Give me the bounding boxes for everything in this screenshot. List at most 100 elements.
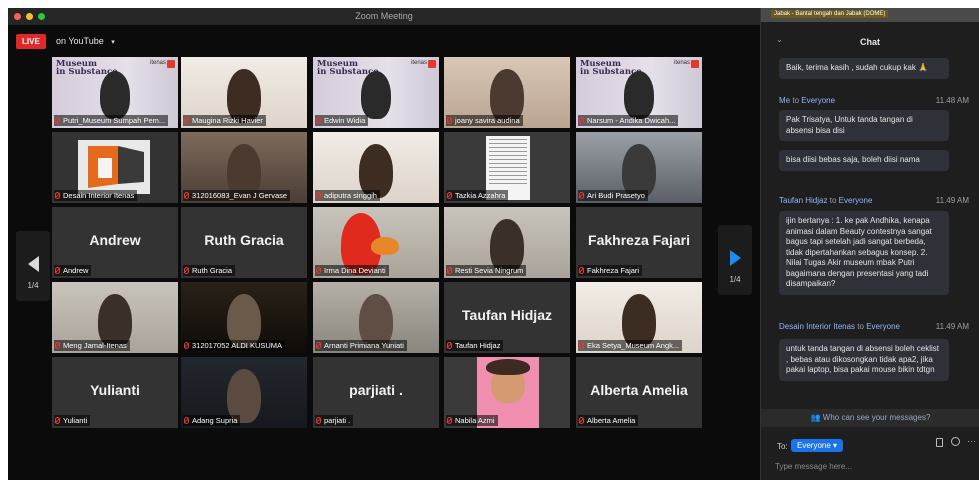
participant-figure [100,71,130,119]
participant-tile[interactable]: Meng Jamal-Itenas [52,282,178,353]
participant-figure [624,71,654,119]
muted-mic-icon [184,192,189,199]
muted-mic-icon [184,117,189,124]
participant-tile[interactable]: Museum in Substance itenas Narsum - Andika … [576,57,702,128]
participant-label: Taufan Hidjaz [446,340,504,351]
chat-message-input[interactable] [775,458,970,474]
participant-tile[interactable]: Ari Budi Prasetyo [576,132,702,203]
participant-name: Arnanti Primiana Yuniati [324,341,404,350]
chat-message: Baik, terima kasih , sudah cukup kak 🙏 [779,58,949,79]
participant-name-overlay: Alberta Amelia [590,382,688,398]
participant-tile[interactable]: 312017052 ALDI KUSUMA [181,282,307,353]
participant-name-overlay: parjiati . [349,382,403,398]
itenas-brand: itenas [149,60,166,66]
participant-name-overlay: Yulianti [90,382,140,398]
participant-tile[interactable]: adiputra singgih [313,132,439,203]
arrow-right-icon [730,250,741,266]
muted-mic-icon [316,417,321,424]
participant-tile[interactable]: Andrew Andrew [52,207,178,278]
live-platform-label: on YouTube [56,36,104,46]
participant-tile[interactable]: Eka Setya_Museum Angk... [576,282,702,353]
participant-tile[interactable]: Arnanti Primiana Yuniati [313,282,439,353]
participant-name: 312017052 ALDI KUSUMA [192,341,283,350]
muted-mic-icon [579,192,584,199]
recipient-select[interactable]: Everyone ▾ [791,439,844,452]
participant-name: Edwin Widia [324,116,366,125]
participant-name: Maugina Rizki Havier [192,116,263,125]
chat-title: Chat [860,37,880,47]
participant-name-overlay: Fakhreza Fajari [588,232,690,248]
participant-tile[interactable]: Taufan Hidjaz Taufan Hidjaz [444,282,570,353]
to-word: to [829,196,837,205]
participant-tile[interactable]: Resti Sevia Ningrum [444,207,570,278]
muted-mic-icon [316,267,321,274]
participant-label: Edwin Widia [315,115,369,126]
participant-label: Meng Jamal-Itenas [54,340,130,351]
muted-mic-icon [184,417,189,424]
who-can-see-text: Who can see your messages? [822,413,931,422]
participant-name: Ruth Gracia [192,266,233,275]
participant-tile[interactable]: Maugina Rizki Havier [181,57,307,128]
chat-topbar-text: Jabak - Bantal tengah dan Jabak (DOME) [771,10,889,18]
participant-tile[interactable]: Ruth Gracia Ruth Gracia [181,207,307,278]
participant-name: Ari Budi Prasetyo [587,191,645,200]
chat-panel: Jabak - Bantal tengah dan Jabak (DOME) ⌄… [760,8,979,480]
chevron-down-icon: ▾ [111,39,115,46]
participant-tile[interactable]: Museum in Substance itenas Putri_Museum Sum… [52,57,178,128]
participant-label: Andrew [54,265,92,276]
sender-name: Desain Interior Itenas [779,322,856,331]
participant-figure [486,359,530,375]
participant-name: Putri_Museum Sumpah Pem... [63,116,166,125]
participant-name-overlay: Taufan Hidjaz [462,307,552,323]
participant-tile[interactable]: parjiati . parjiati . [313,357,439,428]
brand-logo-icon [428,60,436,68]
people-icon: 👥 [810,413,821,422]
participant-tile[interactable]: Irma Dina Devianti [313,207,439,278]
page-indicator-left: 1/4 [27,281,39,290]
participant-tile[interactable]: Tazkia Azzahra [444,132,570,203]
recipient-name: Everyone [801,96,836,105]
emoji-icon[interactable] [951,437,960,446]
more-options-icon[interactable]: ··· [967,436,976,446]
participant-tile[interactable]: Museum in Substance itenas Edwin Widia [313,57,439,128]
to-word: to [792,96,800,105]
who-can-see-link[interactable]: 👥 Who can see your messages? [761,409,979,427]
participant-tile[interactable]: Yulianti Yulianti [52,357,178,428]
muted-mic-icon [447,267,452,274]
live-badge: LIVE [16,34,46,49]
muted-mic-icon [579,342,584,349]
participant-name: 312016083_Evan J Gervase [192,191,288,200]
next-page-button[interactable]: 1/4 [718,225,752,295]
participant-name: Nabila Azmi [455,416,495,425]
arrow-left-icon [28,256,39,272]
participant-name: Desain Interior Itenas [63,191,135,200]
muted-mic-icon [447,192,452,199]
participant-tile[interactable]: Nabila Azmi [444,357,570,428]
participant-tile[interactable]: Adang Supria [181,357,307,428]
participant-label: Nabila Azmi [446,415,498,426]
participant-tile[interactable]: Alberta Amelia Alberta Amelia [576,357,702,428]
muted-mic-icon [579,267,584,274]
page-indicator-right: 1/4 [729,275,741,284]
participant-tile[interactable]: Desain Interior Itenas [52,132,178,203]
to-label: To: [777,442,788,451]
file-icon[interactable] [936,438,943,447]
participant-name: Alberta Amelia [587,416,636,425]
message-time: 11.49 AM [935,196,969,205]
muted-mic-icon [55,417,60,424]
recipient-name: Everyone [838,196,873,205]
muted-mic-icon [55,342,60,349]
participant-tile[interactable]: 312016083_Evan J Gervase [181,132,307,203]
participant-name: joany savira audina [455,116,520,125]
participant-label: Resti Sevia Ningrum [446,265,527,276]
muted-mic-icon [55,267,60,274]
brand-logo-icon [691,60,699,68]
participant-label: Putri_Museum Sumpah Pem... [54,115,169,126]
participant-tile[interactable]: Fakhreza Fajari Fakhreza Fajari [576,207,702,278]
muted-mic-icon [447,117,452,124]
live-platform-dropdown[interactable]: on YouTube ▾ [56,36,115,46]
participant-label: Tazkia Azzahra [446,190,509,201]
previous-page-button[interactable]: 1/4 [16,231,50,301]
participant-tile[interactable]: joany savira audina [444,57,570,128]
itenas-brand: itenas [673,60,690,66]
